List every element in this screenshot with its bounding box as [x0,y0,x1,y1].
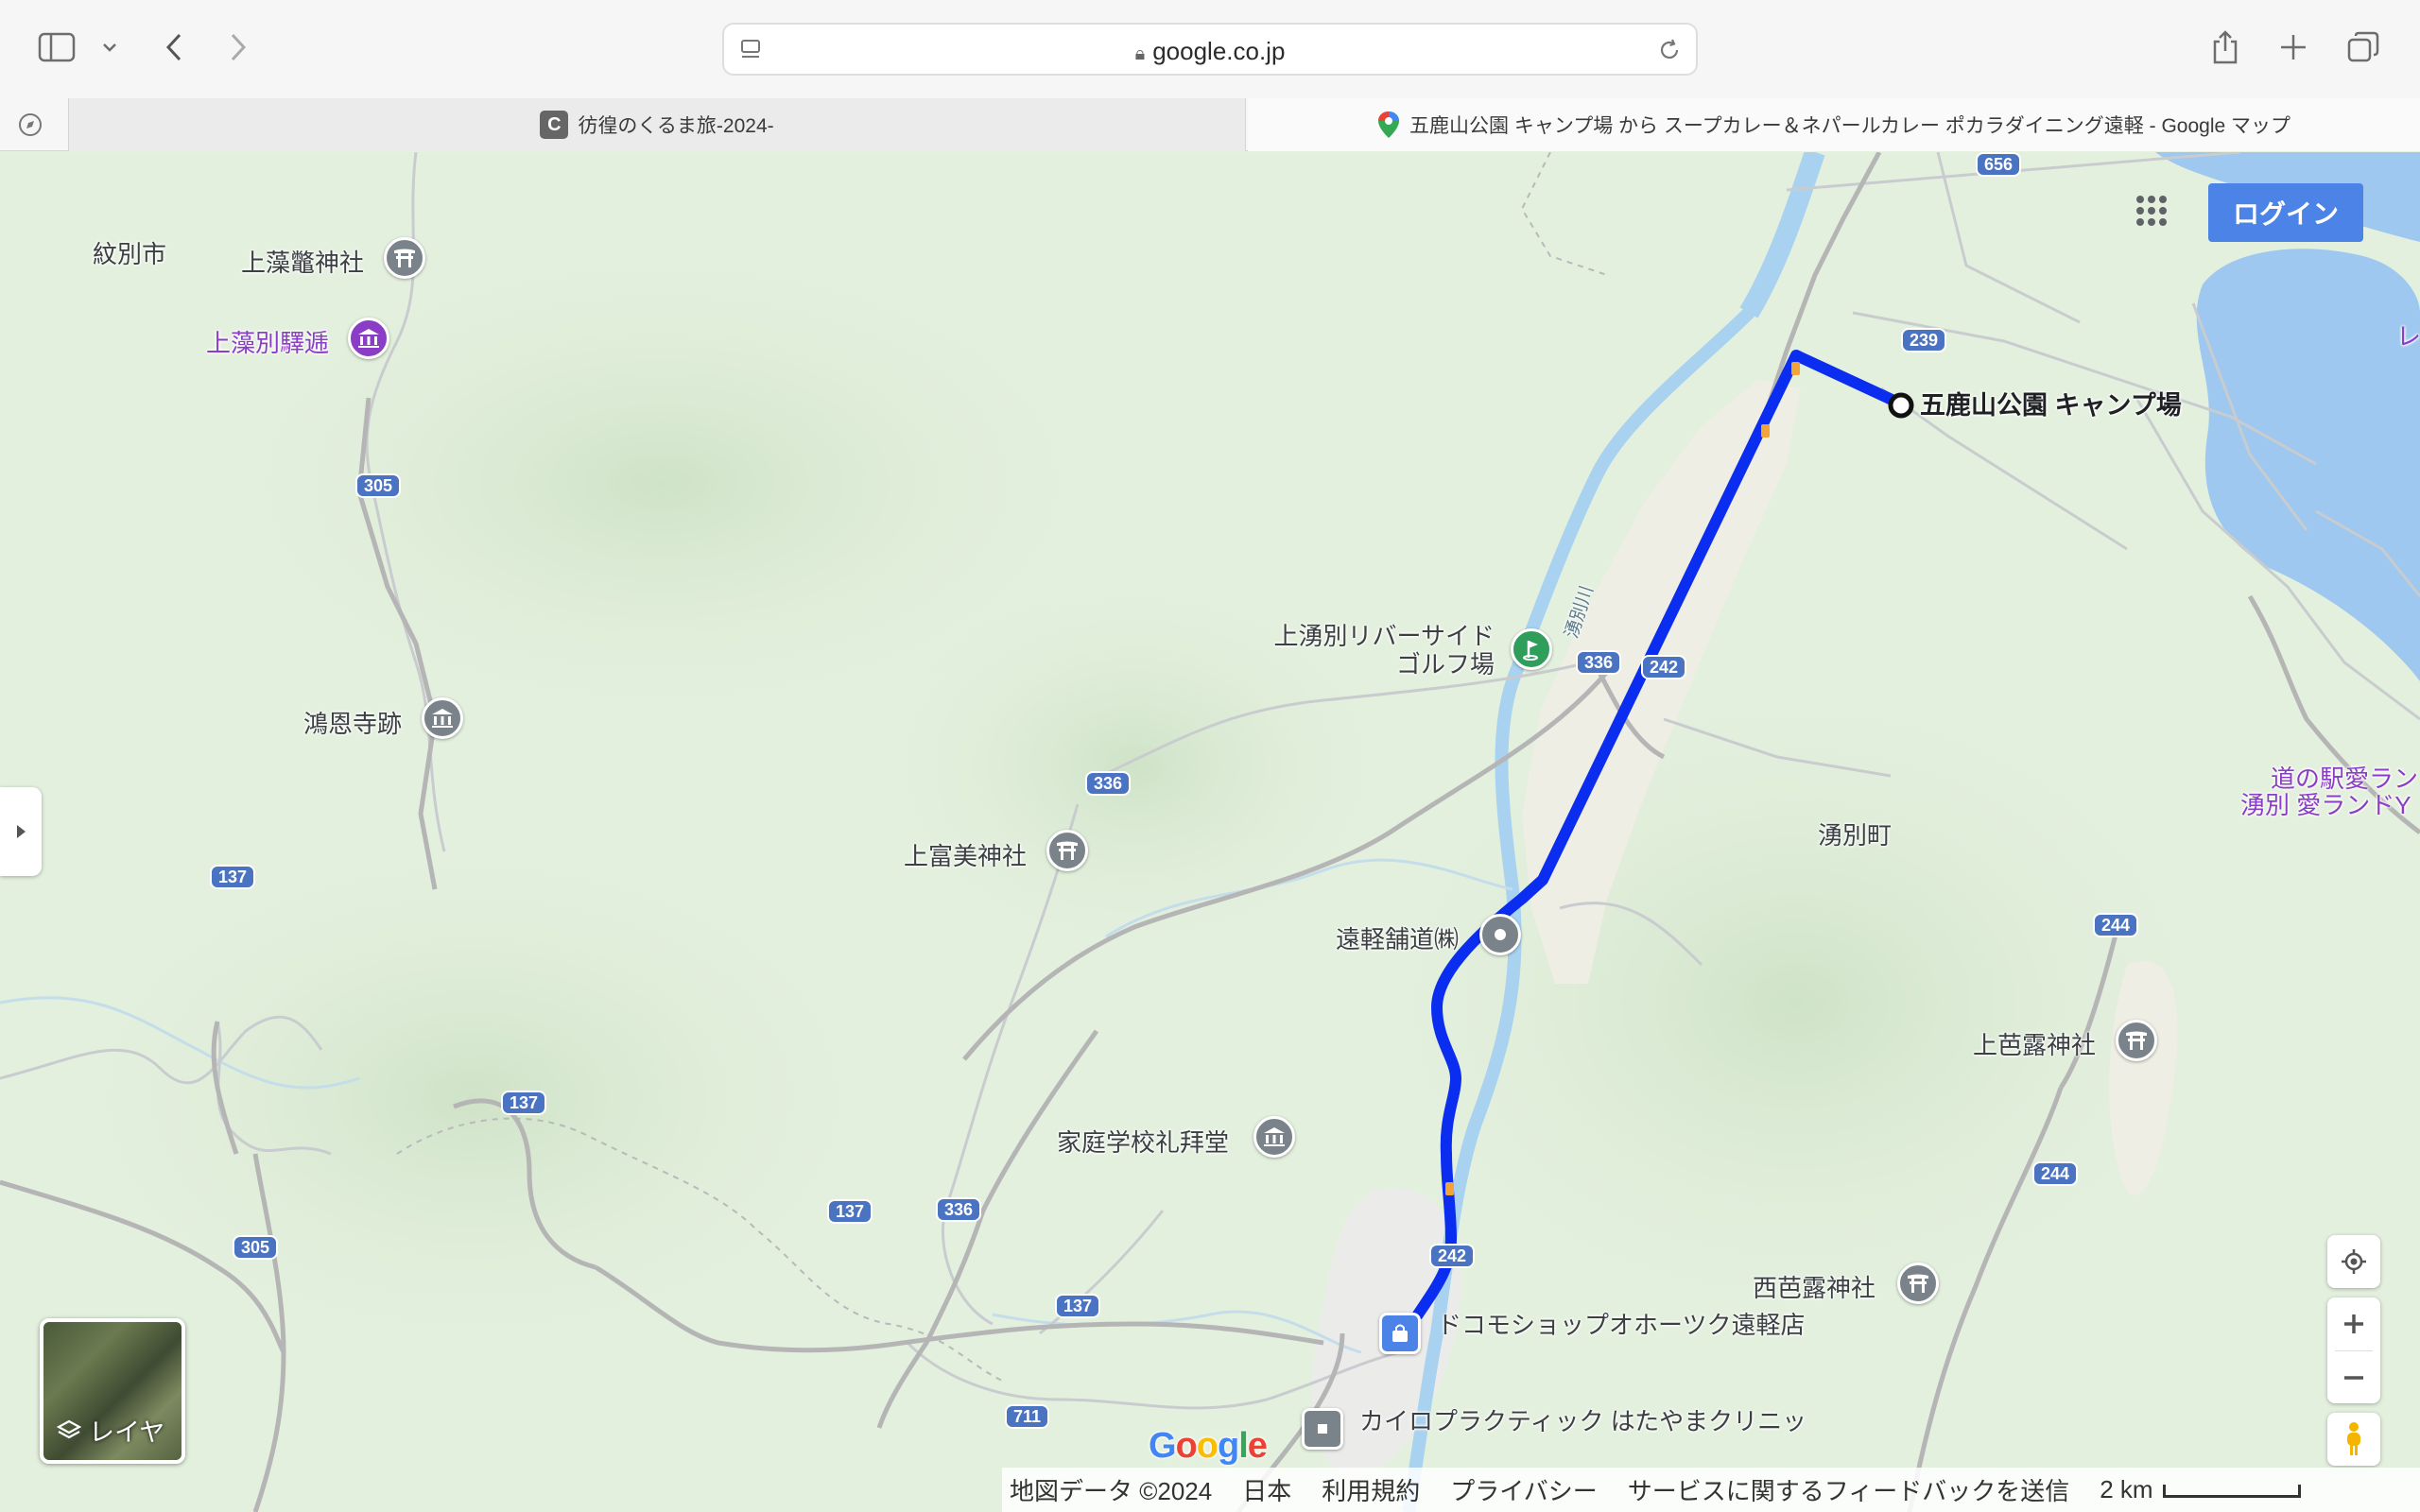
zoom-control [2327,1297,2380,1403]
browser-toolbar: 🔒︎ google.co.jp [0,0,2420,98]
shopping-bag-icon[interactable] [1379,1313,1421,1354]
road-shield: 711 [1005,1404,1050,1429]
address-bar[interactable]: 🔒︎ google.co.jp [722,23,1698,76]
road-shield: 305 [233,1235,279,1260]
tab-blog[interactable]: C 彷徨のくるま旅-2024- [68,98,1246,151]
login-button[interactable]: ログイン [2208,183,2363,242]
place-label[interactable]: カイロプラクティック はたやまクリニッ [1359,1407,1806,1435]
historical-site-icon[interactable] [1253,1116,1295,1158]
road-shield: 137 [827,1199,873,1224]
tab-label: 彷徨のくるま旅-2024- [578,115,774,137]
shrine-icon[interactable] [1046,830,1088,871]
new-tab-icon[interactable] [2271,25,2316,70]
terms-link[interactable]: 利用規約 [1322,1472,1420,1507]
zoom-in-button[interactable] [2342,1297,2365,1350]
road-shield: 137 [210,865,256,889]
privacy-link[interactable]: プライバシー [1450,1472,1597,1507]
shrine-icon[interactable] [1897,1263,1939,1304]
golf-icon[interactable] [1511,628,1552,670]
place-label[interactable]: 上藻別驛逓 [206,329,329,357]
place-label[interactable]: 湧別 愛ランドY [2240,791,2411,819]
place-label[interactable]: 遠軽舗道㈱ [1336,925,1459,954]
plus-icon [2344,1314,2363,1333]
destination-label[interactable]: 五鹿山公園 キャンプ場 [1920,391,2182,420]
place-label[interactable]: 家庭学校礼拜堂 [1057,1128,1229,1157]
golf-course-label[interactable]: 上湧別リバーサイド ゴルフ場 [1264,622,1495,679]
map-canvas[interactable]: 656 239 305 336 242 336 137 244 137 244 … [0,152,2420,1512]
country-link[interactable]: 日本 [1242,1472,1291,1507]
museum-icon[interactable] [348,318,389,359]
feedback-link[interactable]: サービスに関するフィードバックを送信 [1628,1472,2069,1507]
road-shield: 336 [936,1197,982,1222]
tab-overview-icon[interactable] [2341,25,2386,70]
pegman-icon [2347,1422,2360,1455]
road-shield: 336 [1085,771,1132,796]
place-label[interactable]: 上藻鼈神社 [241,249,364,277]
sidebar-toggle-icon[interactable] [34,25,79,70]
tab-label: 五鹿山公園 キャンプ場 から スープカレー＆ネパールカレー ポカラダイニング遠軽… [1409,115,2291,137]
compass-icon[interactable] [17,112,43,143]
my-location-icon [2342,1249,2366,1274]
site-favicon-icon: C [540,111,569,139]
golf-course-label-line2: ゴルフ場 [1396,650,1495,679]
business-icon[interactable] [1479,914,1521,955]
scale-indicator[interactable]: 2 km [2100,1475,2301,1504]
place-label[interactable]: 鴻恩寺跡 [303,710,402,738]
layers-label: レイヤ [57,1412,164,1449]
clinic-icon[interactable] [1302,1408,1343,1450]
road-shield: 137 [1055,1294,1101,1318]
place-label[interactable]: 上富美神社 [904,842,1027,870]
street-view-button[interactable] [2327,1413,2380,1466]
road-shield: 242 [1641,655,1687,679]
town-label: 湧別町 [1818,821,1893,850]
forward-icon[interactable] [216,25,261,70]
back-icon[interactable] [151,25,197,70]
copyright-text: 地図データ ©2024 [1010,1477,1213,1505]
place-label[interactable]: レ [2396,322,2420,351]
layers-icon [57,1419,81,1438]
road-shield: 137 [501,1091,547,1115]
google-logo: Google [1149,1426,1268,1466]
road-shield: 305 [355,473,402,498]
place-label[interactable]: ドコモショップオホーツク遠軽店 [1437,1311,1805,1339]
road-shield: 239 [1901,328,1947,352]
road-shield: 244 [2093,913,2139,937]
place-label[interactable]: 上芭露神社 [1973,1031,2096,1059]
road-shield: 336 [1576,650,1622,675]
url-text: 🔒︎ google.co.jp [1134,37,1286,65]
layers-button[interactable]: レイヤ [40,1318,185,1464]
tab-bar: C 彷徨のくるま旅-2024- ✕ 五鹿山公園 キャンプ場 から スープカレー＆… [0,98,2420,151]
chevron-right-icon [17,825,26,838]
google-maps-icon [1377,111,1400,139]
road-shield: 656 [1976,152,2022,177]
shrine-icon[interactable] [2116,1020,2157,1061]
historical-site-icon[interactable] [422,697,463,739]
chevron-down-icon[interactable] [91,25,129,70]
place-label[interactable]: 道の駅愛ラン [2271,765,2418,793]
place-label[interactable]: 西芭露神社 [1753,1274,1876,1302]
golf-course-label-line1: 上湧別リバーサイド [1273,622,1495,650]
scale-bar [2162,1485,2301,1499]
reload-icon[interactable] [1656,37,1683,68]
tab-google-maps[interactable]: 五鹿山公園 キャンプ場 から スープカレー＆ネパールカレー ポカラダイニング遠軽… [1248,98,2420,151]
map-footer: 地図データ ©2024 日本 利用規約 プライバシー サービスに関するフィードバ… [1002,1468,2420,1512]
apps-grid-icon[interactable] [2133,192,2170,230]
lock-icon: 🔒︎ [1134,43,1146,64]
road-shield: 244 [2032,1161,2079,1186]
minus-icon [2344,1375,2363,1380]
my-location-button[interactable] [2327,1235,2380,1288]
share-icon[interactable] [2203,25,2248,70]
city-label: 紋別市 [93,240,167,268]
zoom-out-button[interactable] [2342,1351,2365,1403]
road-shield: 242 [1429,1244,1476,1268]
expand-panel-button[interactable] [0,787,42,876]
shrine-icon[interactable] [384,237,425,279]
